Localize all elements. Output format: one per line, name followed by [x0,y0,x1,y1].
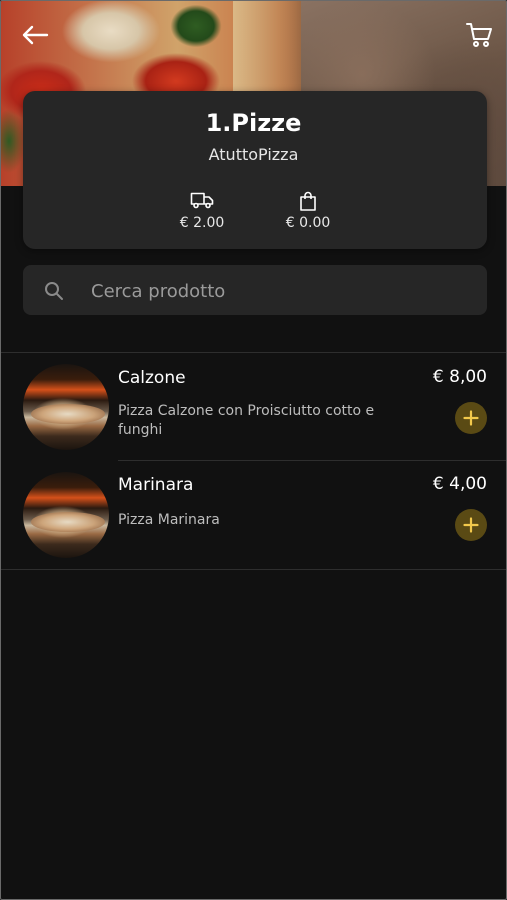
minimum-order-value: € 0.00 [285,215,331,231]
back-button[interactable] [17,17,53,53]
arrow-left-icon [22,25,49,45]
search-input[interactable] [89,265,473,317]
product-price: € 8,00 [432,367,487,387]
product-name: Marinara [118,475,194,495]
product-price: € 4,00 [432,474,487,494]
cart-button[interactable] [461,17,497,53]
page-title: 1.Pizze [205,109,302,137]
add-to-cart-button[interactable] [455,509,487,541]
search-icon [45,282,63,300]
product-name: Calzone [118,368,186,388]
product-description: Pizza Calzone con Proisciutto cotto e fu… [118,403,375,438]
add-to-cart-button[interactable] [455,402,487,434]
minimum-order: € 0.00 [268,191,348,231]
search-bar[interactable] [23,265,487,317]
product-image [23,364,109,450]
delivery-cost-value: € 2.00 [179,215,225,231]
plus-icon [463,410,479,426]
truck-icon [190,192,214,209]
delivery-cost: € 2.00 [162,191,242,231]
app-screen: 1.Pizze AtuttoPizza € 2.00 € 0.00 Cerca … [0,0,507,900]
product-item-calzone[interactable]: Calzone € 8,00 Pizza Calzone con Proisci… [1,353,506,461]
shopping-cart-icon [466,23,492,47]
store-name: AtuttoPizza [208,145,299,164]
product-item-marinara[interactable]: Marinara € 4,00 Pizza Marinara [1,461,506,569]
shopping-bag-icon [300,191,316,211]
product-image [23,472,109,558]
plus-icon [463,517,479,533]
list-divider [1,569,506,570]
product-description: Pizza Marinara [118,512,220,528]
